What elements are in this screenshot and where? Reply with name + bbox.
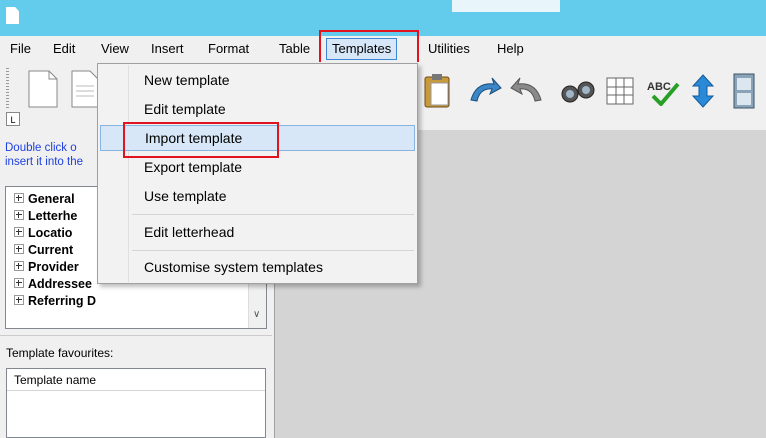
menu-edit[interactable]: Edit: [53, 41, 75, 57]
favourites-column-header[interactable]: Template name: [7, 369, 265, 391]
templates-dropdown: New template Edit template Import templa…: [97, 63, 418, 284]
import-template-callout: [123, 122, 279, 158]
title-highlight: [452, 0, 560, 12]
menu-separator: [132, 214, 414, 215]
expand-icon[interactable]: [14, 244, 24, 254]
cabinet-icon[interactable]: [730, 72, 760, 110]
tree-item-provider[interactable]: Provider: [14, 259, 79, 275]
menu-separator: [132, 250, 414, 251]
find-icon[interactable]: [560, 76, 596, 106]
scroll-down-icon[interactable]: ∨: [253, 309, 260, 320]
expand-icon[interactable]: [14, 295, 24, 305]
new-document-icon[interactable]: [27, 70, 59, 108]
menu-item-use-template[interactable]: Use template: [100, 183, 415, 209]
tree-item-location[interactable]: Locatio: [14, 225, 72, 241]
sort-icon[interactable]: [690, 74, 716, 108]
undo-icon[interactable]: [468, 76, 502, 106]
expand-icon[interactable]: [14, 210, 24, 220]
ruler-toggle-button[interactable]: L: [6, 112, 20, 126]
tree-item-addressee[interactable]: Addressee: [14, 276, 92, 292]
menu-file[interactable]: File: [10, 41, 31, 57]
hint-line-2: insert it into the: [5, 156, 83, 168]
app-document-icon: [6, 7, 19, 24]
tree-item-referring[interactable]: Referring D: [14, 293, 96, 309]
table-icon[interactable]: [605, 76, 635, 106]
expand-icon[interactable]: [14, 193, 24, 203]
paste-icon[interactable]: [423, 72, 453, 110]
expand-icon[interactable]: [14, 261, 24, 271]
menu-item-new-template[interactable]: New template: [100, 67, 415, 93]
tree-item-current[interactable]: Current: [14, 242, 73, 258]
menu-table[interactable]: Table: [279, 41, 310, 57]
tree-item-general[interactable]: General: [14, 191, 75, 207]
redo-icon[interactable]: [510, 76, 544, 106]
tree-hint-text: Double click o insert it into the: [5, 141, 100, 169]
menu-utilities[interactable]: Utilities: [428, 41, 470, 57]
pane-splitter[interactable]: [0, 335, 272, 341]
favourites-label: Template favourites:: [6, 346, 114, 360]
spellcheck-icon[interactable]: ABC: [645, 76, 681, 106]
open-document-icon[interactable]: [70, 70, 100, 108]
toolbar-grip[interactable]: [6, 68, 9, 108]
menu-help[interactable]: Help: [497, 41, 524, 57]
menu-insert[interactable]: Insert: [151, 41, 184, 57]
favourites-list[interactable]: Template name: [6, 368, 266, 438]
expand-icon[interactable]: [14, 227, 24, 237]
menu-item-customise-system-templates[interactable]: Customise system templates: [100, 254, 415, 280]
menu-item-edit-letterhead[interactable]: Edit letterhead: [100, 219, 415, 245]
menu-format[interactable]: Format: [208, 41, 249, 57]
hint-line-1: Double click o: [5, 142, 77, 154]
expand-icon[interactable]: [14, 278, 24, 288]
tree-item-letterhead[interactable]: Letterhe: [14, 208, 77, 224]
svg-text:ABC: ABC: [647, 81, 671, 93]
menu-view[interactable]: View: [101, 41, 129, 57]
menu-item-edit-template[interactable]: Edit template: [100, 96, 415, 122]
